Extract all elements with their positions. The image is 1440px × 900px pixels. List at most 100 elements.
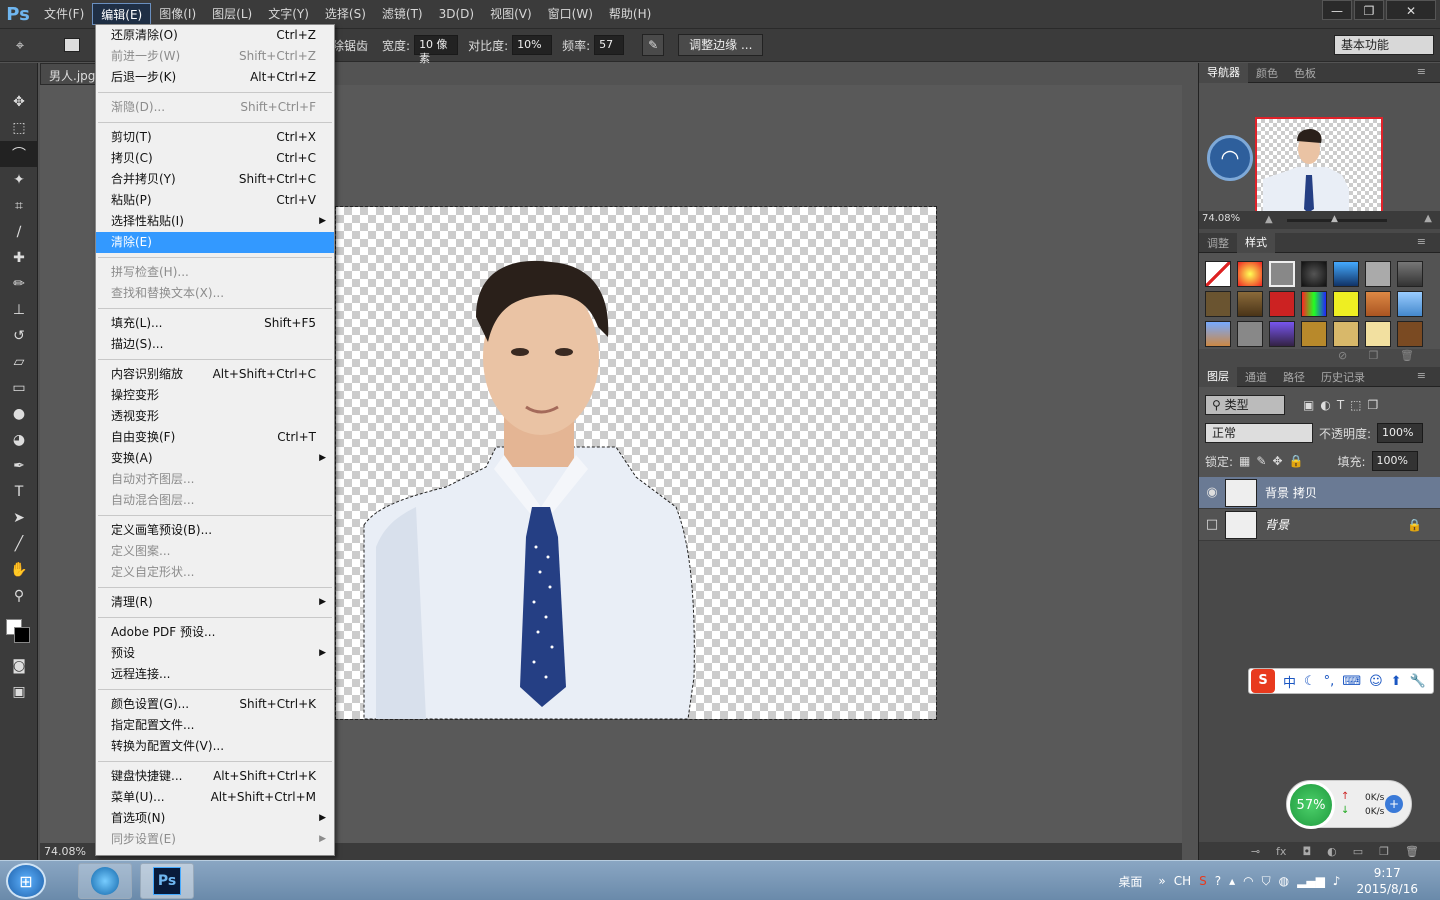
- workspace-select[interactable]: 基本功能: [1334, 35, 1434, 55]
- screen-mode-icon[interactable]: ▣: [0, 679, 38, 705]
- edit-menu-item[interactable]: 清理(R) ▶: [96, 592, 334, 613]
- menu-3d[interactable]: 3D(D): [431, 3, 482, 25]
- edit-menu-item[interactable]: 变换(A) ▶: [96, 448, 334, 469]
- edit-menu-item[interactable]: 剪切(T) Ctrl+X: [96, 127, 334, 148]
- edit-menu-item[interactable]: 转换为配置文件(V)...: [96, 736, 334, 757]
- language-indicator[interactable]: CH: [1174, 874, 1191, 888]
- panel-menu-icon[interactable]: ≡: [1409, 235, 1434, 248]
- image-canvas[interactable]: [335, 206, 937, 720]
- filter-smart-icon[interactable]: ❐: [1368, 398, 1379, 412]
- style-swatch[interactable]: [1237, 321, 1263, 347]
- memory-percent[interactable]: 57%: [1287, 781, 1335, 829]
- path-select-icon[interactable]: ➤: [0, 505, 38, 531]
- lock-pixels-icon[interactable]: ✎: [1256, 454, 1266, 468]
- healing-brush-icon[interactable]: ✚: [0, 245, 38, 271]
- plus-icon[interactable]: +: [1385, 795, 1403, 813]
- punctuation-icon[interactable]: °,: [1324, 674, 1335, 689]
- show-hidden-icons[interactable]: ▴: [1229, 874, 1235, 888]
- panel-menu-icon[interactable]: ≡: [1409, 369, 1434, 382]
- document-tab[interactable]: 男人.jpg: [40, 63, 100, 85]
- edit-menu-item[interactable]: 预设 ▶: [96, 643, 334, 664]
- style-swatch[interactable]: [1301, 291, 1327, 317]
- visibility-eye-icon[interactable]: ◉: [1199, 485, 1225, 500]
- new-style-icon[interactable]: ❐: [1369, 349, 1379, 362]
- magnetic-lasso-icon[interactable]: ⌖: [0, 36, 40, 54]
- style-swatch[interactable]: [1365, 321, 1391, 347]
- style-swatch[interactable]: [1205, 291, 1231, 317]
- tab-paths[interactable]: 路径: [1275, 369, 1313, 385]
- blur-tool-icon[interactable]: ●: [0, 401, 38, 427]
- layer-row-background-copy[interactable]: ◉ 背景 拷贝: [1199, 477, 1440, 509]
- eyedropper-icon[interactable]: ∕: [0, 219, 38, 245]
- taskbar-photoshop-app[interactable]: Ps: [140, 863, 194, 899]
- link-layers-icon[interactable]: ⊸: [1251, 845, 1260, 858]
- menu-filter[interactable]: 滤镜(T): [374, 3, 431, 25]
- layer-row-background[interactable]: □ 背景 🔒: [1199, 509, 1440, 541]
- edit-menu-item[interactable]: 指定配置文件...: [96, 715, 334, 736]
- menu-window[interactable]: 窗口(W): [540, 3, 601, 25]
- marquee-tool-icon[interactable]: ⬚: [0, 115, 38, 141]
- layer-name[interactable]: 背景 拷贝: [1265, 484, 1317, 501]
- fx-icon[interactable]: fx: [1276, 845, 1286, 858]
- move-tool-icon[interactable]: ✥: [0, 89, 38, 115]
- lock-position-icon[interactable]: ✥: [1272, 454, 1282, 468]
- user-icon[interactable]: ☺: [1369, 674, 1383, 689]
- delete-layer-icon[interactable]: 🗑: [1405, 845, 1419, 858]
- zoom-level[interactable]: 74.08%: [44, 845, 86, 858]
- crop-tool-icon[interactable]: ⌗: [0, 193, 38, 219]
- edit-menu-item[interactable]: 粘贴(P) Ctrl+V: [96, 190, 334, 211]
- edit-menu-item[interactable]: 拷贝(C) Ctrl+C: [96, 148, 334, 169]
- background-color[interactable]: [14, 627, 30, 643]
- style-swatch[interactable]: [1333, 321, 1359, 347]
- tab-color[interactable]: 颜色: [1248, 65, 1286, 81]
- style-swatch[interactable]: [1269, 291, 1295, 317]
- filter-adjust-icon[interactable]: ◐: [1320, 398, 1330, 412]
- style-swatch[interactable]: [1397, 261, 1423, 287]
- edit-menu-item[interactable]: Adobe PDF 预设...: [96, 622, 334, 643]
- layer-name[interactable]: 背景: [1265, 516, 1289, 533]
- filter-shape-icon[interactable]: ⬚: [1350, 398, 1361, 412]
- ime-mode[interactable]: 中: [1283, 672, 1296, 691]
- panel-menu-icon[interactable]: ≡: [1409, 65, 1434, 78]
- style-swatch[interactable]: [1365, 261, 1391, 287]
- shield-icon[interactable]: ⛉: [1262, 874, 1271, 889]
- adjustment-layer-icon[interactable]: ◐: [1327, 845, 1337, 858]
- close-button[interactable]: ✕: [1386, 0, 1436, 20]
- edit-menu-item[interactable]: 定义画笔预设(B)...: [96, 520, 334, 541]
- edit-menu-item[interactable]: 远程连接...: [96, 664, 334, 685]
- style-swatch[interactable]: [1365, 291, 1391, 317]
- expand-icon[interactable]: »: [1158, 874, 1165, 888]
- restore-button[interactable]: ❐: [1354, 0, 1384, 20]
- new-selection-icon[interactable]: [64, 38, 80, 52]
- volume-icon[interactable]: ♪: [1333, 874, 1341, 888]
- delete-style-icon[interactable]: 🗑: [1400, 349, 1414, 362]
- network-icon[interactable]: ◠: [1243, 874, 1253, 888]
- new-group-icon[interactable]: ▭: [1353, 845, 1363, 858]
- magic-wand-icon[interactable]: ✦: [0, 167, 38, 193]
- add-mask-icon[interactable]: ◘: [1302, 845, 1311, 858]
- filter-type-icon[interactable]: T: [1337, 398, 1344, 412]
- style-swatch[interactable]: [1301, 261, 1327, 287]
- signal-icon[interactable]: ▂▄▆: [1297, 874, 1325, 888]
- tab-navigator[interactable]: 导航器: [1199, 62, 1248, 83]
- tab-adjustments[interactable]: 调整: [1199, 235, 1237, 251]
- sogou-tray-icon[interactable]: S: [1199, 874, 1207, 888]
- help-icon[interactable]: ?: [1215, 874, 1221, 888]
- opacity-field[interactable]: 100%: [1377, 423, 1424, 443]
- menu-file[interactable]: 文件(F): [36, 3, 92, 25]
- menu-help[interactable]: 帮助(H): [601, 3, 659, 25]
- style-swatch[interactable]: [1237, 291, 1263, 317]
- clear-style-icon[interactable]: ⊘: [1338, 349, 1347, 362]
- fill-field[interactable]: 100%: [1371, 451, 1418, 471]
- width-field[interactable]: 10 像素: [414, 35, 459, 65]
- menu-select[interactable]: 选择(S): [317, 3, 374, 25]
- line-tool-icon[interactable]: ╱: [0, 531, 38, 557]
- stamp-tool-icon[interactable]: ⊥: [0, 297, 38, 323]
- zoom-out-icon[interactable]: ▲: [1265, 214, 1273, 225]
- quick-mask-icon[interactable]: ◙: [0, 653, 38, 679]
- clock[interactable]: 9:17 2015/8/16: [1356, 865, 1418, 897]
- edit-menu-item[interactable]: 透视变形: [96, 406, 334, 427]
- dodge-tool-icon[interactable]: ◕: [0, 427, 38, 453]
- blend-mode-select[interactable]: 正常: [1205, 423, 1313, 443]
- tab-history[interactable]: 历史记录: [1313, 369, 1373, 385]
